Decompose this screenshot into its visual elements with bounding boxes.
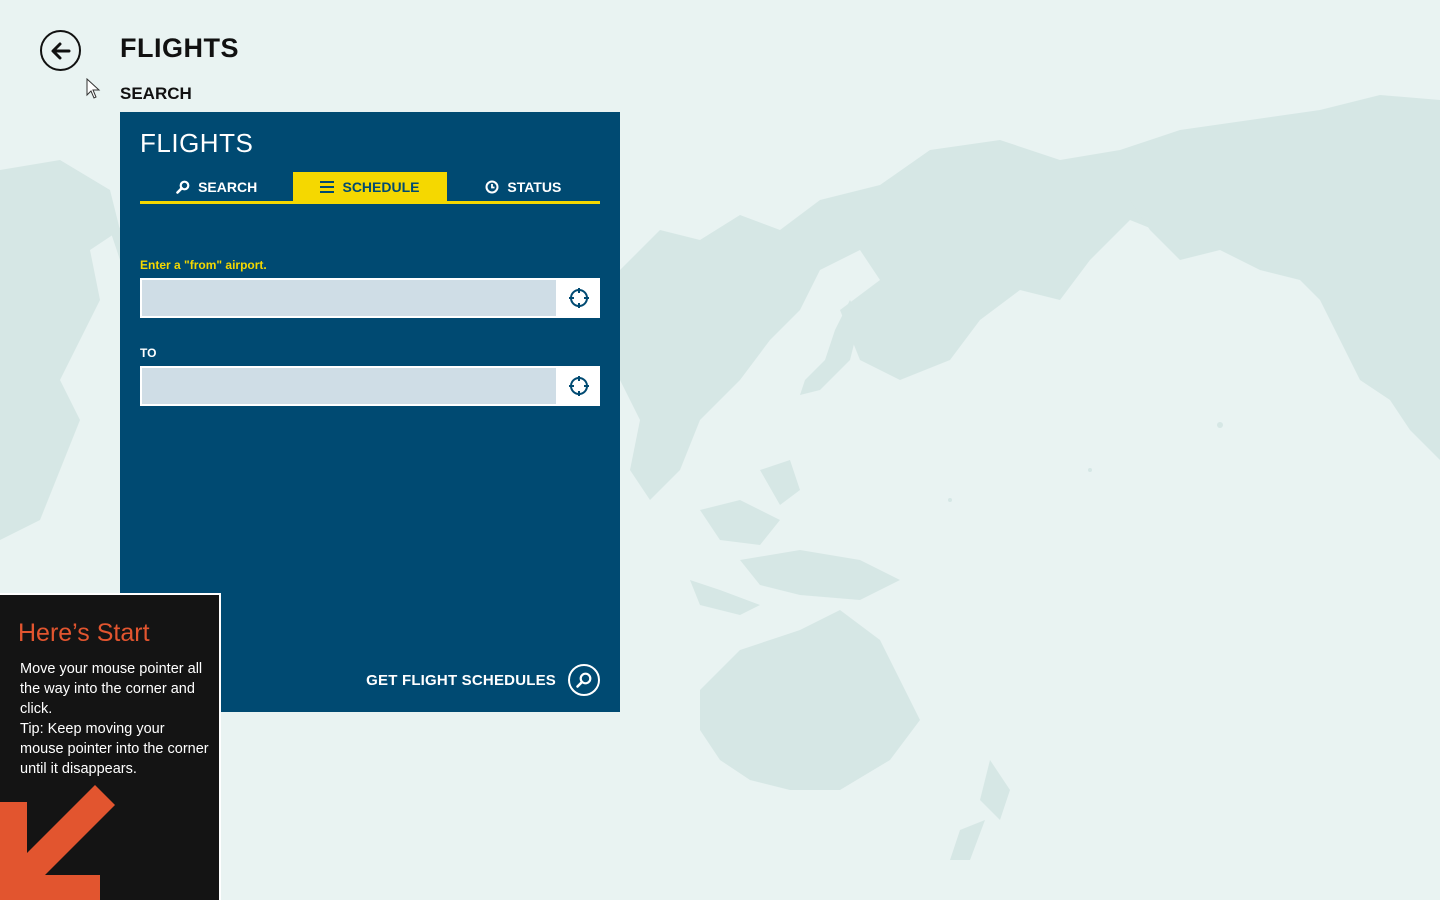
from-airport-field [140,278,600,318]
start-tip-overlay: Here’s Start Move your mouse pointer all… [0,593,221,900]
crosshair-icon [569,288,589,308]
start-tip-title: Here’s Start [18,619,150,647]
get-flight-schedules-button[interactable]: GET FLIGHT SCHEDULES [366,664,600,696]
back-button[interactable] [40,30,81,71]
crosshair-icon [569,376,589,396]
tab-search[interactable]: SEARCH [140,172,293,201]
from-airport-label: Enter a "from" airport. [140,258,267,272]
section-label: SEARCH [120,84,192,103]
search-icon [176,180,190,194]
to-airport-input[interactable] [140,366,558,406]
mouse-pointer-icon [86,78,101,99]
list-icon [320,180,335,193]
to-airport-field [140,366,600,406]
panel-title: FLIGHTS [140,128,254,158]
tab-status[interactable]: STATUS [447,172,600,201]
to-locate-button[interactable] [558,366,600,406]
tab-schedule-label: SCHEDULE [342,178,420,195]
search-icon [568,664,600,696]
page-title: FLIGHTS [120,33,239,63]
tab-search-label: SEARCH [198,178,258,195]
start-tip-body: Move your mouse pointer all the way into… [20,659,210,779]
tab-schedule[interactable]: SCHEDULE [293,172,447,201]
from-locate-button[interactable] [558,278,600,318]
arrow-down-left-icon [0,785,115,900]
clock-icon [485,180,499,194]
tab-bar: SEARCH SCHEDULE STATUS [140,172,600,204]
get-flight-schedules-label: GET FLIGHT SCHEDULES [366,671,556,689]
start-tip-hint: Tip: Keep moving your mouse pointer into… [20,721,209,777]
tab-status-label: STATUS [507,178,562,195]
from-airport-input[interactable] [140,278,558,318]
to-airport-label: TO [140,346,157,360]
back-arrow-icon [51,42,70,59]
start-tip-text: Move your mouse pointer all the way into… [20,661,203,717]
